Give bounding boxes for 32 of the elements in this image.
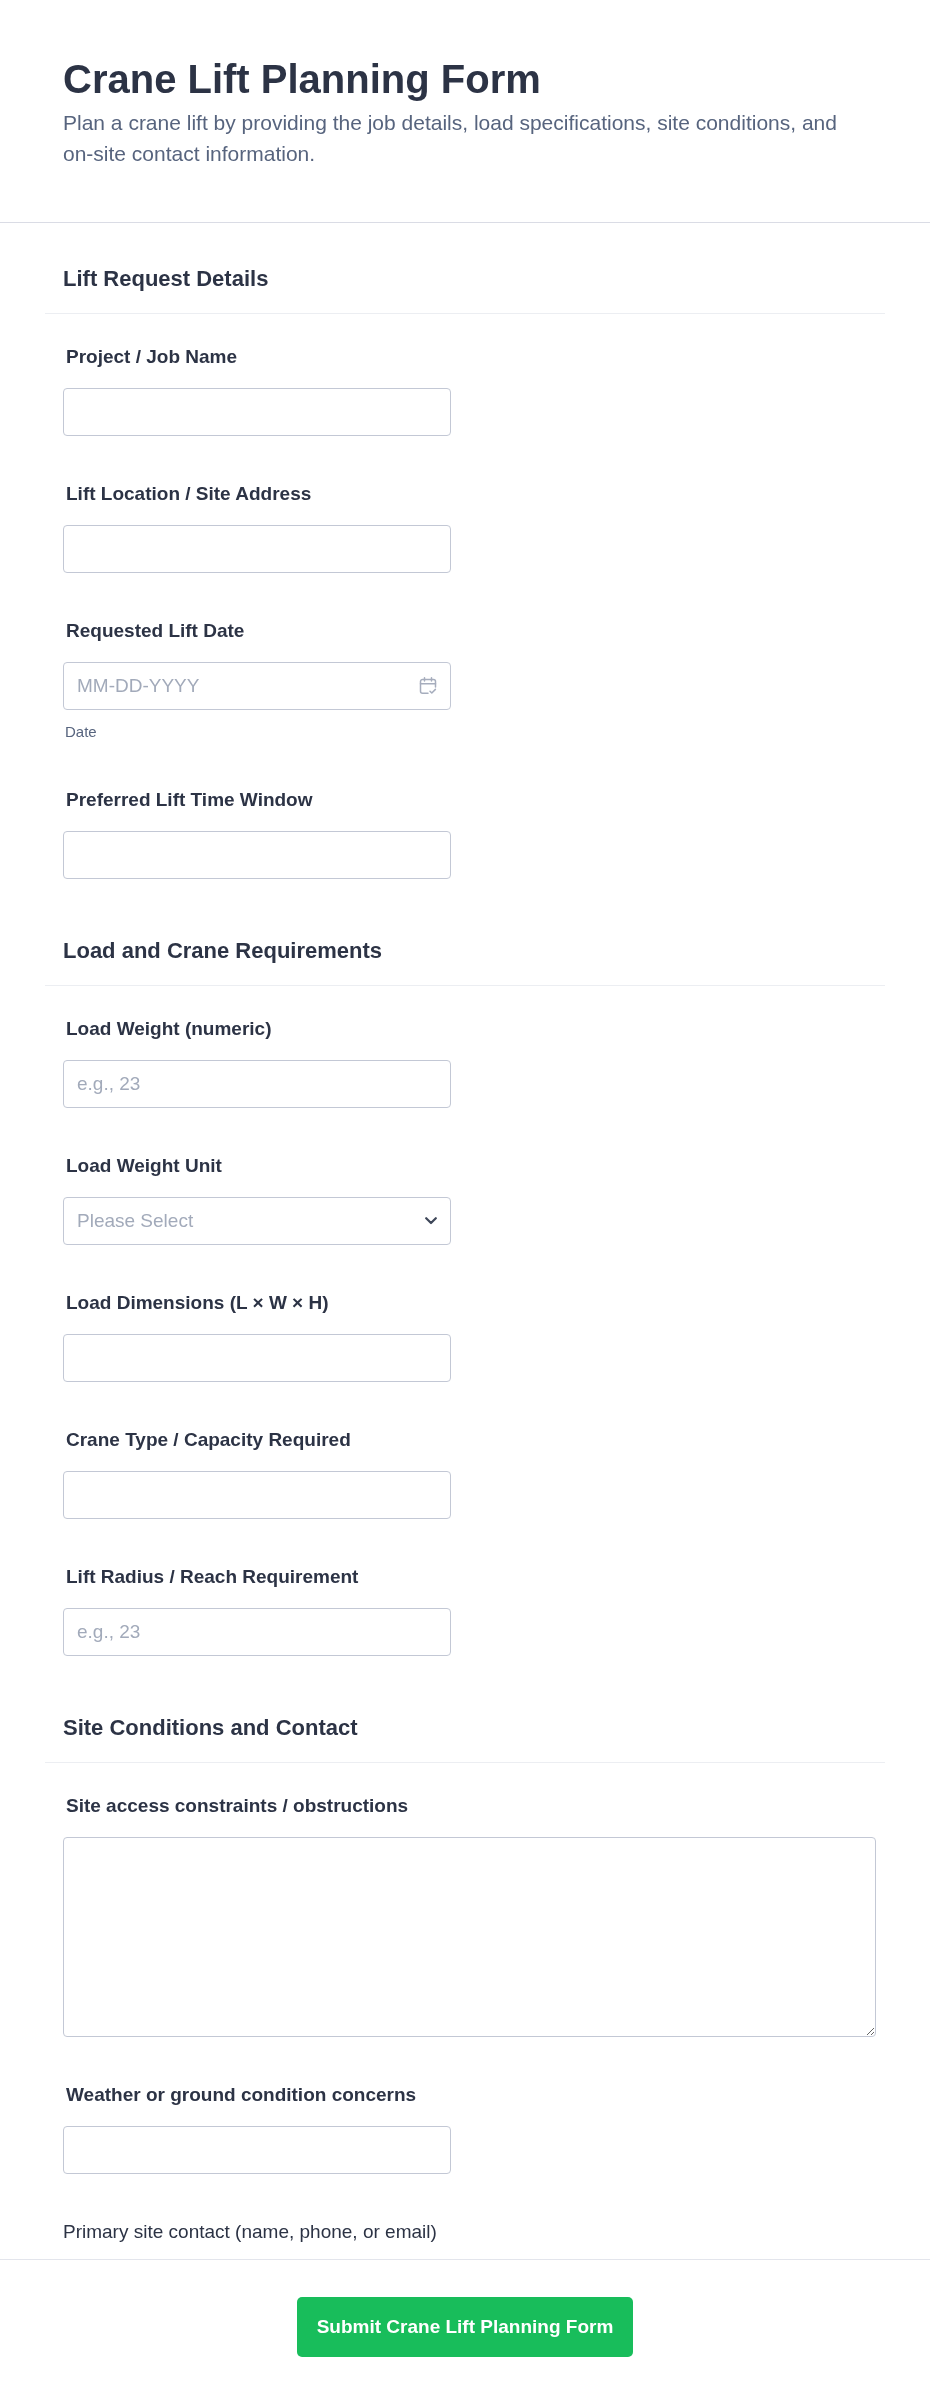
- form-title: Crane Lift Planning Form: [63, 56, 542, 103]
- section-heading: Load and Crane Requirements: [63, 937, 384, 965]
- field-label: Load Weight Unit: [65, 1154, 223, 1178]
- field-label: Lift Location / Site Address: [65, 482, 313, 506]
- submit-button[interactable]: Submit Crane Lift Planning Form: [297, 2297, 633, 2357]
- date-field[interactable]: MM-DD-YYYY: [63, 662, 451, 710]
- input-field[interactable]: [63, 388, 451, 436]
- field-label: Primary site contact (name, phone, or email): [63, 2220, 438, 2244]
- field-label: Site access constraints / obstructions: [65, 1794, 410, 1818]
- input-field[interactable]: [63, 1471, 451, 1519]
- input-field[interactable]: [63, 1334, 451, 1382]
- field-label: Requested Lift Date: [65, 619, 246, 643]
- field-label: Preferred Lift Time Window: [65, 788, 314, 812]
- calendar-icon[interactable]: [419, 677, 437, 695]
- field-label: Project / Job Name: [65, 345, 239, 369]
- section-heading: Lift Request Details: [63, 265, 270, 293]
- field-label: Weather or ground condition concerns: [65, 2083, 418, 2107]
- input-field[interactable]: [63, 831, 451, 879]
- input-field[interactable]: [63, 525, 451, 573]
- form-description: Plan a crane lift by providing the job details, load specifications, site conditions, and on-site contact information.: [63, 110, 838, 167]
- input-field[interactable]: e.g., 23: [63, 1060, 451, 1108]
- field-label: Load Weight (numeric): [65, 1017, 273, 1041]
- section-heading: Site Conditions and Contact: [63, 1714, 359, 1742]
- input-field[interactable]: e.g., 23: [63, 1608, 451, 1656]
- field-label: Lift Radius / Reach Requirement: [65, 1565, 360, 1589]
- chevron-down-icon: [425, 1217, 437, 1225]
- field-label: Crane Type / Capacity Required: [65, 1428, 352, 1452]
- select-field[interactable]: Please Select: [63, 1197, 451, 1245]
- input-field[interactable]: [63, 2126, 451, 2174]
- field-sublabel: Date: [65, 722, 98, 742]
- field-label: Load Dimensions (L × W × H): [65, 1291, 330, 1315]
- textarea-field[interactable]: [63, 1837, 876, 2037]
